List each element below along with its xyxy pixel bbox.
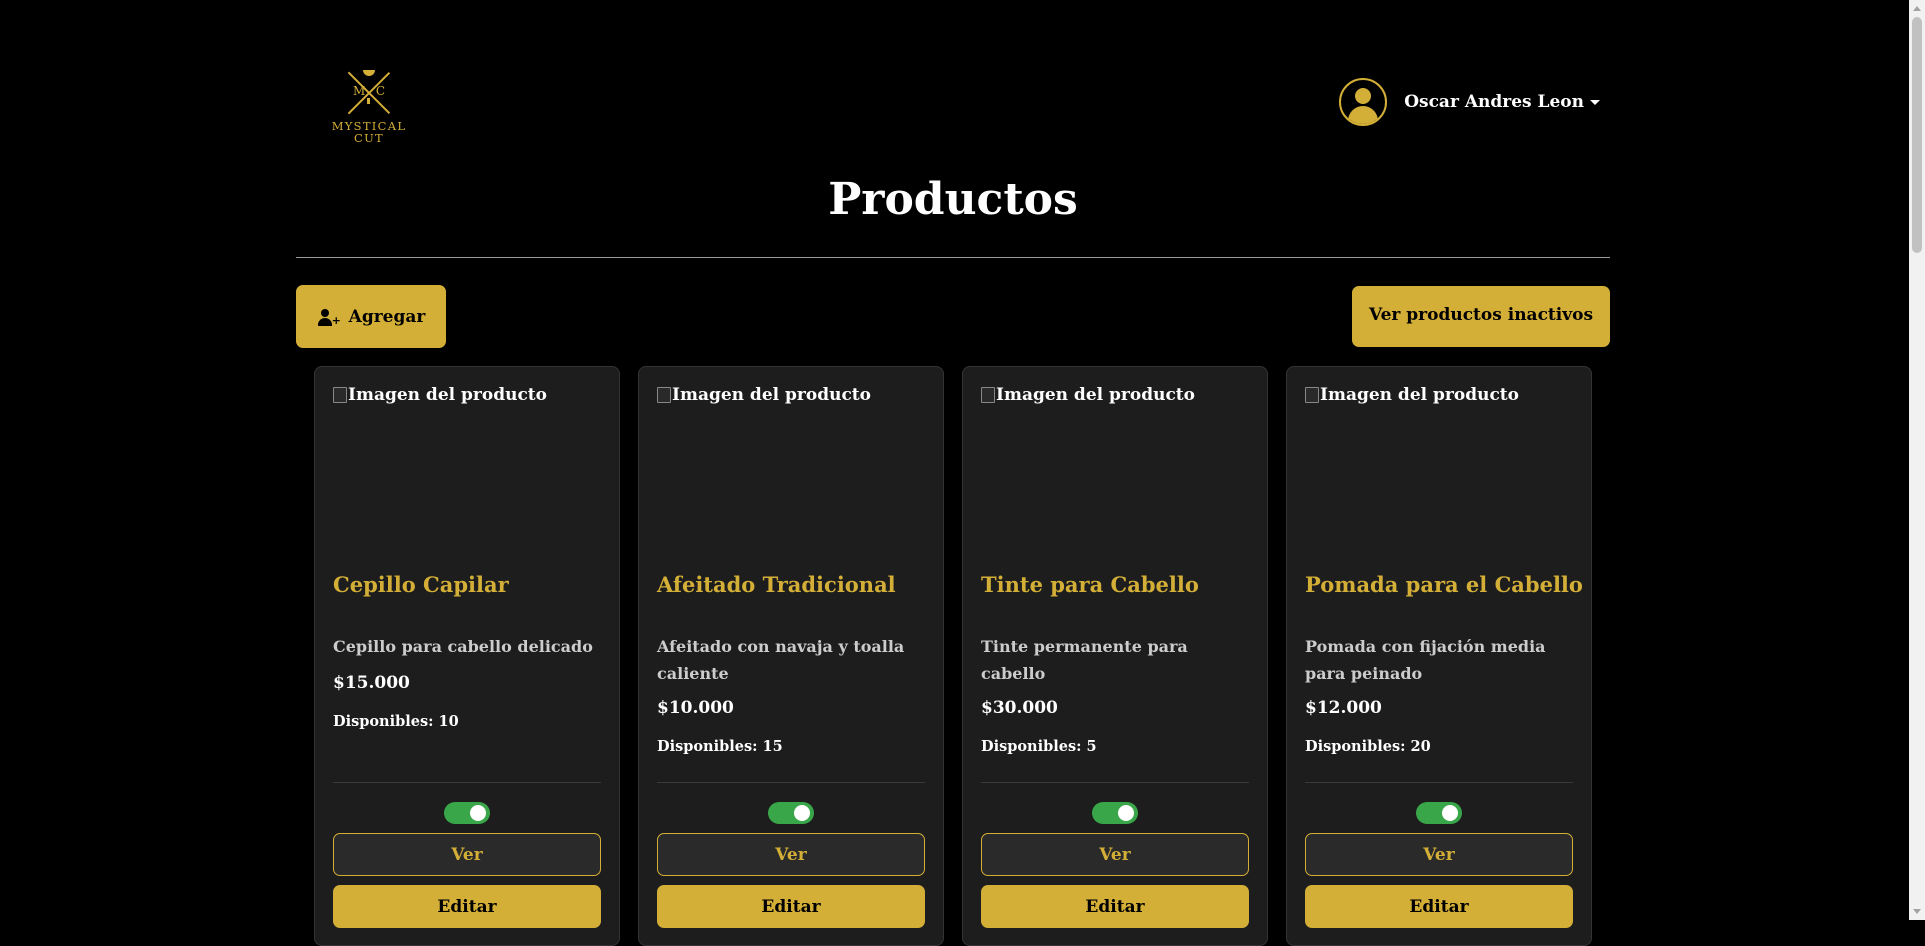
product-price: $10.000 [657, 698, 734, 718]
view-button[interactable]: Ver [1305, 833, 1573, 876]
product-image: Imagen del producto [333, 385, 547, 405]
product-price: $12.000 [1305, 698, 1382, 718]
product-stock: Disponibles: 10 [333, 713, 459, 730]
active-toggle[interactable] [1092, 802, 1138, 824]
product-description: Afeitado con navaja y toalla caliente [657, 637, 905, 683]
card-divider [1305, 782, 1573, 783]
view-button[interactable]: Ver [981, 833, 1249, 876]
broken-image-icon [333, 387, 347, 403]
view-button[interactable]: Ver [657, 833, 925, 876]
user-menu[interactable]: Oscar Andres Leon [1339, 78, 1600, 126]
edit-button[interactable]: Editar [1305, 885, 1573, 928]
active-toggle[interactable] [1416, 802, 1462, 824]
product-description: Pomada con fijación media para peinado [1305, 637, 1546, 683]
broken-image-icon [1305, 387, 1319, 403]
image-alt-text: Imagen del producto [1320, 385, 1519, 405]
product-card: Imagen del producto Tinte para Cabello T… [962, 366, 1268, 946]
product-image: Imagen del producto [981, 385, 1195, 405]
brand-logo[interactable]: M C MYSTICAL CUT [324, 68, 414, 148]
logo-letter-c: C [375, 84, 385, 98]
brand-name: MYSTICAL CUT [324, 120, 414, 144]
logo-letter-m: M [353, 84, 366, 98]
scroll-down-icon[interactable] [1913, 909, 1921, 914]
product-card: Imagen del producto Cepillo Capilar Cepi… [314, 366, 620, 946]
bull-icon [363, 70, 375, 76]
card-divider [657, 782, 925, 783]
product-name: Pomada para el Cabello [1305, 572, 1583, 597]
product-image: Imagen del producto [657, 385, 871, 405]
broken-image-icon [981, 387, 995, 403]
scrollbar-thumb[interactable] [1912, 17, 1922, 253]
edit-button[interactable]: Editar [981, 885, 1249, 928]
avatar-icon [1339, 78, 1388, 126]
broken-image-icon [657, 387, 671, 403]
image-alt-text: Imagen del producto [348, 385, 547, 405]
view-inactive-products-button[interactable]: Ver productos inactivos [1352, 286, 1610, 347]
add-button-label: Agregar [348, 306, 426, 327]
user-plus-icon: + [317, 308, 341, 326]
card-divider [981, 782, 1249, 783]
product-stock: Disponibles: 5 [981, 738, 1097, 755]
edit-button[interactable]: Editar [333, 885, 601, 928]
product-price: $30.000 [981, 698, 1058, 718]
product-stock: Disponibles: 20 [1305, 738, 1431, 755]
product-card: Imagen del producto Afeitado Tradicional… [638, 366, 944, 946]
active-toggle[interactable] [444, 802, 490, 824]
image-alt-text: Imagen del producto [672, 385, 871, 405]
product-stock: Disponibles: 15 [657, 738, 783, 755]
caret-down-icon [1590, 99, 1600, 105]
brand-line2: CUT [353, 131, 385, 145]
logo-mark: M C [344, 68, 394, 118]
page-title: Productos [828, 174, 1078, 225]
product-description: Tinte permanente para cabello [981, 637, 1188, 683]
image-alt-text: Imagen del producto [996, 385, 1195, 405]
scroll-up-icon[interactable] [1913, 6, 1921, 11]
product-description: Cepillo para cabello delicado [333, 637, 593, 656]
product-name: Afeitado Tradicional [657, 572, 896, 597]
divider [296, 257, 1610, 258]
vertical-scrollbar[interactable] [1909, 0, 1925, 920]
view-button[interactable]: Ver [333, 833, 601, 876]
product-card: Imagen del producto Pomada para el Cabel… [1286, 366, 1592, 946]
active-toggle[interactable] [768, 802, 814, 824]
product-name: Tinte para Cabello [981, 572, 1199, 597]
edit-button[interactable]: Editar [657, 885, 925, 928]
product-name: Cepillo Capilar [333, 572, 509, 597]
product-price: $15.000 [333, 673, 410, 693]
add-product-button[interactable]: + Agregar [296, 285, 446, 348]
product-image: Imagen del producto [1305, 385, 1519, 405]
card-divider [333, 782, 601, 783]
user-name: Oscar Andres Leon [1404, 92, 1584, 112]
